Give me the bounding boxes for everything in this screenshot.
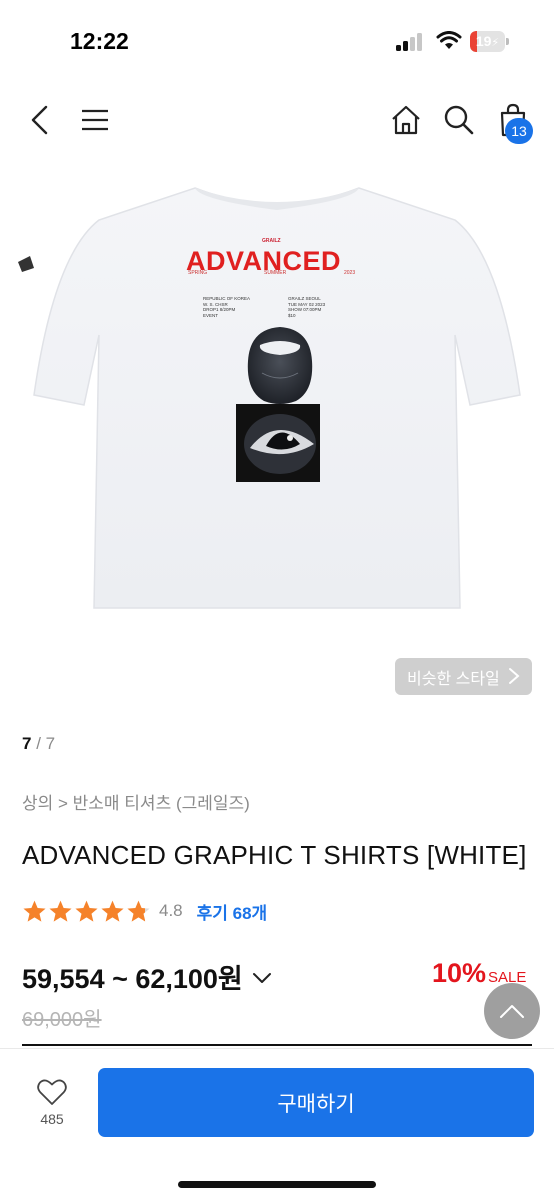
status-time: 12:22 bbox=[70, 28, 129, 54]
heart-icon bbox=[37, 1079, 67, 1105]
print-mask-graphic bbox=[247, 327, 313, 404]
print-spring: SPRING bbox=[188, 270, 208, 276]
battery-level: 19⚡ bbox=[475, 33, 500, 49]
star-icon bbox=[127, 900, 150, 922]
breadcrumb[interactable]: 상의 > 반소매 티셔츠 (그레일즈) bbox=[22, 789, 250, 814]
discount-rate: 10% bbox=[432, 958, 487, 988]
search-icon bbox=[444, 105, 474, 135]
star-icon bbox=[75, 900, 98, 922]
chevron-down-icon[interactable] bbox=[251, 971, 273, 985]
product-image[interactable]: GRAILZ ADVANCED SPRING SUMMER 2023 REPUB… bbox=[0, 160, 554, 700]
price-row[interactable]: 59,554 ~ 62,100원 bbox=[22, 958, 273, 994]
pager-total: / 7 bbox=[31, 734, 56, 753]
rating-stars bbox=[22, 899, 151, 924]
star-icon bbox=[49, 900, 72, 922]
like-button[interactable]: 485 bbox=[24, 1077, 80, 1137]
print-info-left: REPUBLIC OF KOREA W. S. CHSR DROP1 8/20P… bbox=[203, 296, 251, 318]
rating-row: 4.8 후기 68개 bbox=[22, 898, 267, 924]
top-nav bbox=[0, 90, 554, 150]
bottom-action-bar: 485 구매하기 bbox=[0, 1048, 554, 1200]
similar-style-button[interactable]: 비슷한 스타일 bbox=[395, 658, 532, 695]
star-icon bbox=[23, 900, 46, 922]
home-indicator bbox=[178, 1181, 376, 1188]
search-button[interactable] bbox=[434, 90, 484, 150]
divider bbox=[22, 1044, 532, 1046]
home-icon bbox=[392, 105, 420, 135]
like-count: 485 bbox=[40, 1111, 64, 1127]
status-bar: 12:22 19⚡ bbox=[0, 0, 554, 80]
wifi-icon bbox=[436, 31, 462, 51]
back-button[interactable] bbox=[15, 90, 65, 150]
buy-button[interactable]: 구매하기 bbox=[98, 1068, 534, 1137]
print-eye-graphic bbox=[236, 404, 320, 482]
back-arrow-icon bbox=[31, 105, 48, 135]
home-button[interactable] bbox=[381, 90, 431, 150]
similar-style-label: 비슷한 스타일 bbox=[407, 670, 500, 688]
chevron-right-icon bbox=[509, 668, 520, 684]
print-info-right: GRAILZ SEOUL TUE MAY 02 2023 SHOW 07:00P… bbox=[288, 296, 326, 318]
cart-count-badge: 13 bbox=[505, 118, 533, 144]
print-summer: SUMMER bbox=[264, 270, 287, 276]
image-pager: 7 / 7 bbox=[22, 734, 55, 754]
rating-value: 4.8 bbox=[159, 901, 183, 920]
print-brand: GRAILZ bbox=[262, 238, 281, 244]
product-title: ADVANCED GRAPHIC T SHIRTS [WHITE] bbox=[22, 840, 527, 870]
menu-icon bbox=[82, 109, 108, 131]
scroll-to-top-button[interactable] bbox=[484, 983, 540, 1039]
battery-icon: 19⚡ bbox=[470, 31, 510, 52]
print-year: 2023 bbox=[344, 270, 356, 276]
chevron-up-icon bbox=[500, 1005, 524, 1018]
signal-icon bbox=[396, 33, 426, 51]
price-range: 59,554 ~ 62,100원 bbox=[22, 963, 243, 994]
star-icon bbox=[101, 900, 124, 922]
review-count-link[interactable]: 후기 68개 bbox=[197, 899, 268, 924]
menu-button[interactable] bbox=[70, 90, 120, 150]
original-price: 69,000원 bbox=[22, 1009, 102, 1031]
